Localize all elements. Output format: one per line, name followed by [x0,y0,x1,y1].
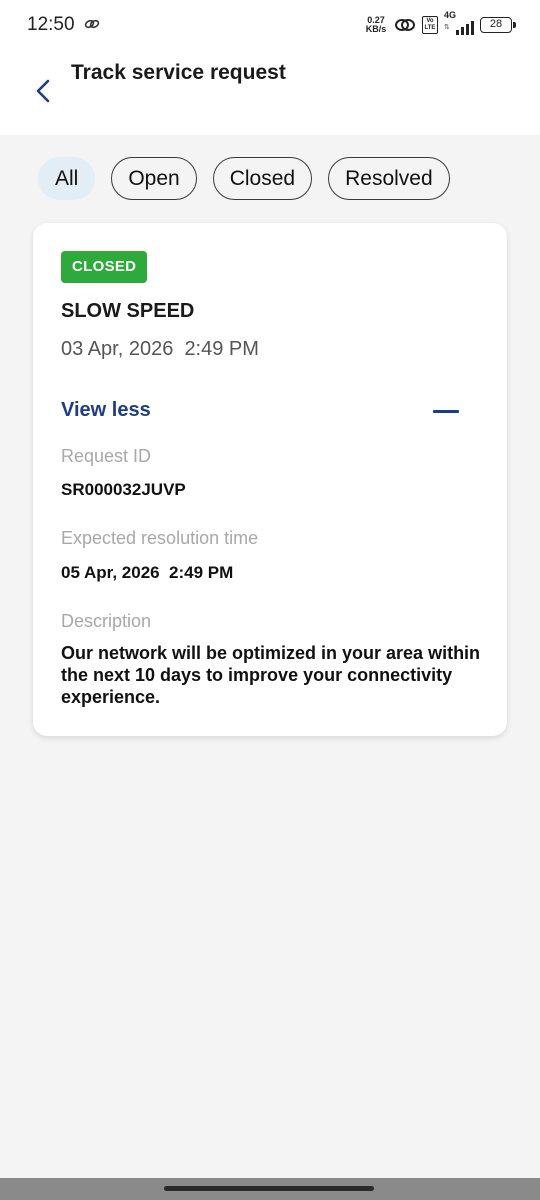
app-header: Track service request [0,50,540,135]
volte-top: Vo [426,18,434,24]
volte-icon: Vo LTE [422,16,438,34]
minus-icon[interactable] [433,401,461,421]
filter-chip-open[interactable]: Open [111,157,197,200]
request-title: SLOW SPEED [61,300,195,322]
chevron-left-icon [36,79,50,103]
page-title: Track service request [71,61,286,84]
request-date: 03 Apr, 2026 2:49 PM [61,338,259,360]
data-arrows-icon: ⇅ [444,24,450,31]
network-speed: 0.27 KB/s [364,16,388,34]
status-bar: 12:50 0.27 KB/s Vo LTE 4G ⇅ 28 [0,0,540,50]
hotspot-icon [395,19,415,31]
signal-indicator: 4G ⇅ [444,10,474,35]
description-label: Description [61,611,152,631]
network-speed-unit: KB/s [365,24,387,34]
battery-icon: 28 [480,17,516,33]
filter-chips: All Open Closed Resolved [38,157,450,200]
description-value: Our network will be optimized in your ar… [61,643,481,707]
view-less-link[interactable]: View less [61,399,151,422]
network-type: 4G [444,10,457,20]
signal-bars-icon [456,21,474,35]
status-time: 12:50 [27,14,75,35]
filter-chip-resolved[interactable]: Resolved [328,157,450,200]
request-id-label: Request ID [61,446,152,466]
status-indicators: 0.27 KB/s Vo LTE 4G ⇅ 28 [364,10,516,38]
service-request-card: CLOSED SLOW SPEED 03 Apr, 2026 2:49 PM V… [33,223,507,736]
request-id-value: SR000032JUVP [61,480,186,499]
resolution-time-label: Expected resolution time [61,528,259,548]
link-icon [84,19,100,29]
home-indicator[interactable] [164,1186,374,1191]
volte-bottom: LTE [424,25,436,31]
resolution-time-value: 05 Apr, 2026 2:49 PM [61,563,234,582]
status-badge: CLOSED [61,251,148,283]
filter-chip-closed[interactable]: Closed [212,157,313,200]
back-button[interactable] [28,76,58,106]
system-nav-bar [0,1178,540,1200]
filter-chip-all[interactable]: All [38,157,96,200]
battery-level: 28 [489,18,503,30]
